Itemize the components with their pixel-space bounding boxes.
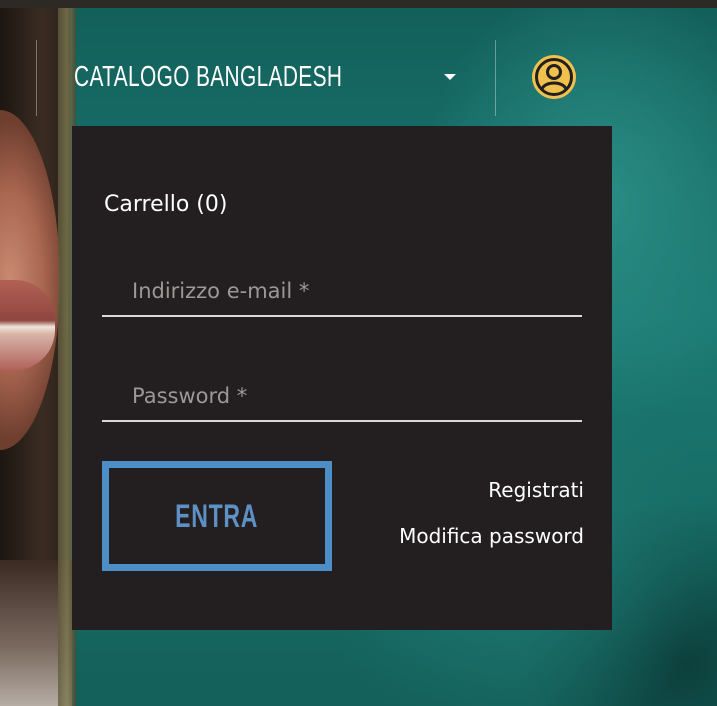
catalog-menu-label: CATALOGO BANGLADESH [74,60,343,93]
nav-divider [495,40,496,116]
user-circle-icon [532,55,576,99]
password-field[interactable] [102,372,582,422]
login-button-label: ENTRA [175,497,259,534]
email-field[interactable] [102,267,582,317]
register-link[interactable]: Registrati [488,478,584,502]
login-button[interactable]: ENTRA [102,461,332,571]
user-account-button[interactable] [530,53,578,101]
chevron-down-icon [444,74,456,80]
login-dropdown-panel: Carrello (0) ENTRA Registrati Modifica p… [72,126,612,630]
cart-link[interactable]: Carrello (0) [104,192,227,217]
catalog-menu-toggle[interactable]: CATALOGO BANGLADESH [74,52,456,102]
nav-divider [36,40,37,116]
reset-password-link[interactable]: Modifica password [399,524,584,548]
